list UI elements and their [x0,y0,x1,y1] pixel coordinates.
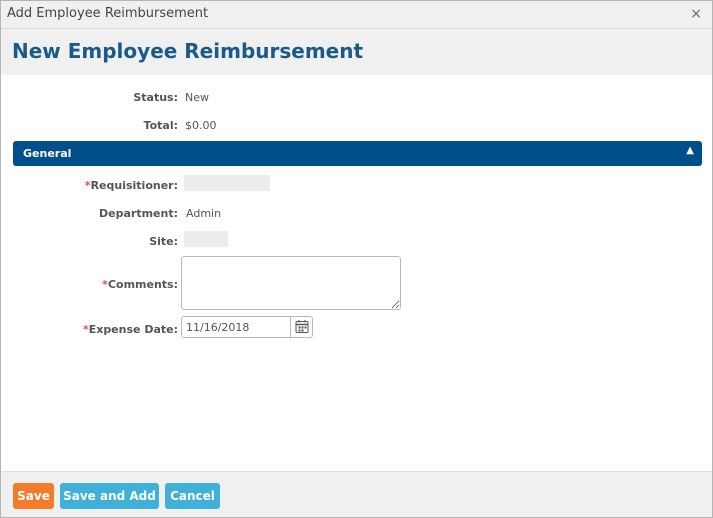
calendar-icon[interactable] [290,317,312,337]
total-row: Total: [1,116,178,136]
dialog-titlebar: Add Employee Reimbursement × [1,1,712,29]
dialog-title: Add Employee Reimbursement [7,6,209,21]
requisitioner-value [184,175,270,191]
page-title: New Employee Reimbursement [12,39,364,63]
section-general-title: General [23,147,72,160]
total-value: $0.00 [185,119,217,132]
save-button[interactable]: Save [13,483,54,509]
status-row: Status: [1,88,178,108]
department-value: Admin [186,207,222,220]
site-row: Site: [1,232,178,252]
expense-date-row: *Expense Date: [1,320,178,340]
total-label: Total: [143,119,178,132]
comments-field[interactable] [181,256,401,310]
comments-row: *Comments: [1,275,178,295]
expense-date-input[interactable] [182,317,290,337]
cancel-button[interactable]: Cancel [165,483,220,509]
form-header: New Employee Reimbursement [1,29,712,75]
reimbursement-dialog: Add Employee Reimbursement × New Employe… [0,0,713,518]
comments-label: *Comments: [102,278,178,291]
save-and-add-button[interactable]: Save and Add [60,483,159,509]
expense-date-picker [181,316,313,338]
section-general-header[interactable]: General ▲ [13,141,702,166]
site-label: Site: [149,235,178,248]
comments-label-text: Comments: [107,278,178,291]
status-label: Status: [133,91,178,104]
site-value [184,231,228,247]
status-value: New [185,91,209,104]
expense-date-label-text: Expense Date: [88,323,178,336]
department-label: Department: [99,207,178,220]
requisitioner-label: *Requisitioner: [85,179,178,192]
department-row: Department: [1,204,178,224]
close-icon[interactable]: × [690,6,702,22]
requisitioner-row: *Requisitioner: [1,176,178,196]
dialog-footer: Save Save and Add Cancel [1,471,712,517]
chevron-up-icon[interactable]: ▲ [686,145,694,156]
expense-date-label: *Expense Date: [83,323,178,336]
requisitioner-label-text: Requisitioner: [90,179,178,192]
